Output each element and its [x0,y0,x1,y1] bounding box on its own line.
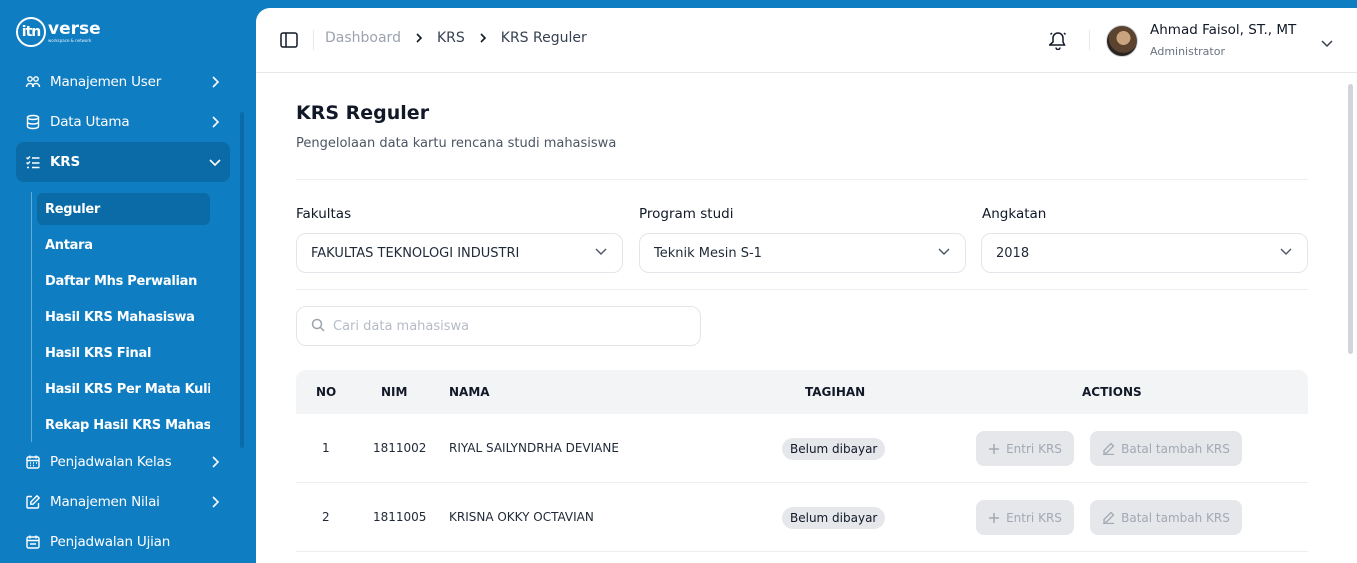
chevron-right-icon [208,115,222,129]
status-badge: Belum dibayar [782,438,886,460]
sidebar-subitem-rekap-hasil-krs[interactable]: Rekap Hasil KRS Mahasi... [37,409,210,441]
edit-square-icon [24,493,42,511]
divider [296,179,1308,180]
logo-word: verse [48,19,101,39]
search-box[interactable] [296,306,701,346]
edit-icon [1103,511,1115,524]
sidebar-item-krs[interactable]: KRS [16,142,230,182]
prodi-select[interactable]: Teknik Mesin S-1 [639,233,966,273]
database-icon [24,113,42,131]
chevron-down-icon[interactable] [1320,34,1334,48]
fakultas-select[interactable]: FAKULTAS TEKNOLOGI INDUSTRI [296,233,623,273]
batal-tambah-krs-button[interactable]: Batal tambah KRS [1090,500,1242,535]
cell-no: 2 [322,510,330,524]
sidebar-item-manajemen-nilai[interactable]: Manajemen Nilai [16,482,230,522]
col-nama: NAMA [449,385,490,399]
chevron-down-icon [208,155,222,169]
breadcrumb-dashboard[interactable]: Dashboard [325,30,401,46]
chevron-down-icon [1279,246,1293,260]
avatar[interactable] [1106,25,1138,57]
entri-krs-button[interactable]: Entri KRS [976,500,1074,535]
col-no: NO [316,385,337,399]
chevron-right-icon [208,455,222,469]
plus-icon [989,443,1000,454]
cell-nama: RIYAL SAILYNDRHA DEVIANE [449,441,619,455]
sidebar-item-penjadwalan-kelas[interactable]: Penjadwalan Kelas [16,442,230,482]
page-subtitle: Pengelolaan data kartu rencana studi mah… [296,136,617,151]
breadcrumb-krs[interactable]: KRS [437,30,465,46]
calendar-icon [24,533,42,551]
table-row: 1 1811002 RIYAL SAILYNDRHA DEVIANE Belum… [296,414,1308,483]
chevron-right-icon [208,495,222,509]
calendar-icon [24,453,42,471]
cell-nim: 1811005 [373,510,427,524]
chevron-right-icon [479,33,487,43]
chevron-down-icon [594,246,608,260]
list-check-icon [24,153,42,171]
col-nim: NIM [381,385,408,399]
sidebar-subitem-antara[interactable]: Antara [37,229,210,261]
cell-no: 1 [322,441,330,455]
page-title: KRS Reguler [296,102,430,124]
logo-tagline: workspace & network [48,38,92,43]
chevron-right-icon [415,33,423,43]
angkatan-select[interactable]: 2018 [981,233,1308,273]
top-bar: Dashboard KRS KRS Reguler Ahmad Faisol, … [256,8,1357,73]
entri-krs-button[interactable]: Entri KRS [976,431,1074,466]
app-logo[interactable]: itn verse workspace & network [16,17,101,47]
edit-icon [1103,442,1115,455]
submenu-guide-line [31,192,32,442]
divider [296,289,1308,290]
user-role: Administrator [1150,45,1225,58]
table-row: 2 1811005 KRISNA OKKY OCTAVIAN Belum dib… [296,483,1308,552]
sidebar-subitem-daftar-mhs-perwalian[interactable]: Daftar Mhs Perwalian [37,265,210,297]
user-name: Ahmad Faisol, ST., MT [1150,22,1297,38]
cell-nama: KRISNA OKKY OCTAVIAN [449,510,594,524]
sidebar-scrollbar[interactable] [240,112,244,448]
chevron-down-icon [937,246,951,260]
chevron-right-icon [208,75,222,89]
search-icon [311,317,325,336]
sidebar-item-manajemen-user[interactable]: Manajemen User [16,62,230,102]
logo-mark: itn [16,17,46,47]
sidebar-item-data-utama[interactable]: Data Utama [16,102,230,142]
search-input[interactable] [333,318,686,334]
users-icon [24,73,42,91]
sidebar-subitem-hasil-krs-final[interactable]: Hasil KRS Final [37,337,210,369]
main-panel: Dashboard KRS KRS Reguler Ahmad Faisol, … [256,8,1357,563]
sidebar-subitem-reguler[interactable]: Reguler [37,193,210,225]
sidebar-item-penjadwalan-ujian[interactable]: Penjadwalan Ujian [16,522,230,562]
sidebar-subitem-hasil-krs-per-mata-kuliah[interactable]: Hasil KRS Per Mata Kuliah [37,373,210,405]
sidebar-subitem-hasil-krs-mahasiswa[interactable]: Hasil KRS Mahasiswa [37,301,210,333]
fakultas-label: Fakultas [296,206,352,222]
col-actions: ACTIONS [1082,385,1142,399]
angkatan-label: Angkatan [982,206,1047,222]
bell-icon[interactable] [1047,30,1069,52]
sidebar: itn verse workspace & network Manajemen … [0,0,256,563]
sidebar-toggle-icon[interactable] [280,32,300,50]
col-tagihan: TAGIHAN [805,385,866,399]
batal-tambah-krs-button[interactable]: Batal tambah KRS [1090,431,1242,466]
table-header: NO NIM NAMA TAGIHAN ACTIONS [296,370,1308,414]
breadcrumb-krs-reguler: KRS Reguler [500,30,587,46]
cell-nim: 1811002 [373,441,427,455]
prodi-label: Program studi [639,206,734,222]
content-scrollbar[interactable] [1348,84,1353,354]
plus-icon [989,512,1000,523]
status-badge: Belum dibayar [782,507,886,529]
breadcrumb: Dashboard KRS KRS Reguler [325,30,587,46]
